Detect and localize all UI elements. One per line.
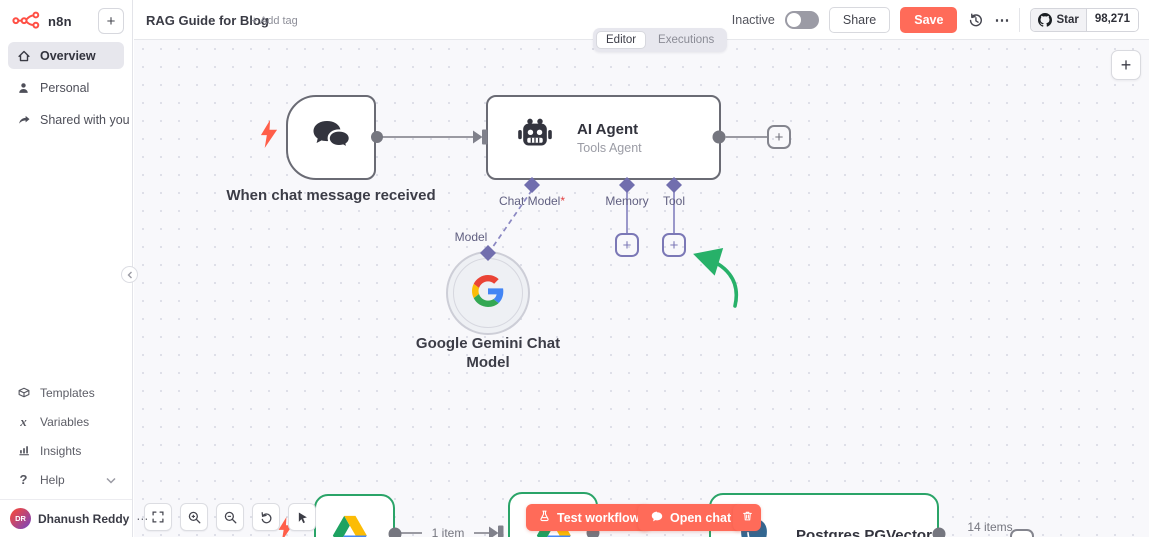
node-label-chat-trigger: When chat message received bbox=[226, 187, 436, 206]
n8n-logo-icon bbox=[12, 9, 42, 34]
github-icon bbox=[1038, 13, 1052, 27]
insights-icon bbox=[16, 444, 31, 457]
templates-icon bbox=[16, 386, 31, 399]
view-tabs: Editor Executions bbox=[593, 28, 727, 52]
chat-bubbles-icon bbox=[309, 115, 353, 160]
add-memory-button[interactable]: + bbox=[615, 233, 639, 257]
add-next-node-button[interactable]: + bbox=[767, 125, 791, 149]
brand-name: n8n bbox=[48, 14, 72, 29]
node-google-drive-1[interactable] bbox=[314, 494, 395, 537]
node-label-postgres: Postgres PGVector bbox=[789, 527, 939, 537]
trash-icon bbox=[741, 509, 754, 526]
flask-icon bbox=[538, 509, 551, 526]
topbar-divider bbox=[1019, 8, 1020, 32]
sidebar-item-personal[interactable]: Personal bbox=[8, 74, 124, 101]
topbar-actions: Inactive Share Save ⋯ Star 98,271 bbox=[732, 0, 1139, 40]
node-subtitle: Tools Agent bbox=[577, 141, 642, 155]
pointer-icon bbox=[295, 510, 309, 525]
sidebar-item-label: Insights bbox=[40, 444, 81, 458]
port-label-chat-model: Chat Model* bbox=[472, 194, 592, 208]
gemini-node-ring bbox=[453, 258, 523, 328]
chevron-left-icon bbox=[127, 271, 133, 279]
person-icon bbox=[16, 81, 31, 95]
required-asterisk: * bbox=[560, 194, 565, 208]
sidebar-item-templates[interactable]: Templates bbox=[8, 379, 124, 406]
sidebar-item-label: Overview bbox=[40, 49, 96, 63]
sidebar-item-variables[interactable]: x Variables bbox=[8, 408, 124, 435]
node-chat-trigger[interactable] bbox=[286, 95, 376, 180]
sidebar: n8n + Overview Personal Shared with you bbox=[0, 0, 133, 537]
google-drive-icon bbox=[332, 514, 368, 537]
share-forward-icon bbox=[16, 113, 31, 126]
plus-icon: + bbox=[107, 13, 116, 30]
sidebar-item-label: Variables bbox=[40, 415, 89, 429]
sidebar-item-label: Shared with you bbox=[40, 113, 130, 127]
tab-editor[interactable]: Editor bbox=[596, 31, 646, 49]
star-count: 98,271 bbox=[1086, 9, 1138, 31]
undo-icon bbox=[259, 510, 274, 525]
workflow-canvas[interactable]: When chat message received AI Agent Tool… bbox=[134, 40, 1149, 537]
test-workflow-label: Test workflow bbox=[557, 511, 639, 525]
node-ai-agent[interactable]: AI Agent Tools Agent bbox=[486, 95, 721, 180]
item-count-label: 1 item bbox=[422, 526, 474, 537]
home-icon bbox=[16, 49, 31, 63]
node-google-gemini[interactable] bbox=[446, 251, 530, 335]
sidebar-item-shared-with-you[interactable]: Shared with you bbox=[8, 106, 124, 133]
pointer-tool-button[interactable] bbox=[288, 503, 316, 531]
share-button[interactable]: Share bbox=[829, 7, 890, 33]
port-label-tool: Tool bbox=[644, 194, 704, 208]
agent-titles: AI Agent Tools Agent bbox=[577, 121, 642, 155]
google-g-icon bbox=[472, 275, 504, 312]
user-options-icon[interactable]: ⋯ bbox=[136, 513, 148, 525]
open-nodes-panel-button[interactable]: + bbox=[1111, 50, 1141, 80]
tab-executions[interactable]: Executions bbox=[648, 31, 724, 49]
user-name: Dhanush Reddy bbox=[38, 512, 129, 526]
delete-node-button[interactable] bbox=[733, 504, 761, 531]
new-workflow-button[interactable]: + bbox=[98, 8, 124, 34]
logo-row: n8n + bbox=[8, 6, 124, 42]
variables-icon: x bbox=[16, 414, 31, 430]
sidebar-item-label: Help bbox=[40, 473, 65, 487]
chevron-down-icon bbox=[106, 473, 116, 487]
zoom-out-icon bbox=[223, 510, 238, 525]
chat-icon bbox=[650, 510, 664, 526]
add-tag-button[interactable]: + Add tag bbox=[251, 15, 298, 27]
workflow-status-label: Inactive bbox=[732, 13, 775, 27]
sidebar-collapse-button[interactable] bbox=[121, 266, 138, 283]
canvas-controls bbox=[144, 503, 316, 531]
help-icon: ? bbox=[16, 472, 31, 487]
avatar: DR bbox=[10, 508, 31, 529]
zoom-in-button[interactable] bbox=[180, 503, 208, 531]
save-button[interactable]: Save bbox=[900, 7, 957, 33]
user-menu[interactable]: DR Dhanush Reddy ⋯ bbox=[0, 499, 132, 537]
test-workflow-button[interactable]: Test workflow bbox=[526, 504, 651, 531]
open-chat-label: Open chat bbox=[670, 511, 731, 525]
sidebar-bottom: Templates x Variables Insights ? Help bbox=[8, 379, 124, 537]
fit-view-icon bbox=[151, 510, 165, 524]
github-star-widget[interactable]: Star 98,271 bbox=[1030, 8, 1139, 32]
sidebar-item-label: Templates bbox=[40, 386, 95, 400]
active-toggle[interactable] bbox=[785, 11, 819, 29]
add-tool-button[interactable]: + bbox=[662, 233, 686, 257]
sidebar-item-insights[interactable]: Insights bbox=[8, 437, 124, 464]
add-node-button-partial[interactable]: + bbox=[1010, 529, 1034, 537]
zoom-out-button[interactable] bbox=[216, 503, 244, 531]
node-title: AI Agent bbox=[577, 121, 642, 138]
open-chat-button[interactable]: Open chat bbox=[638, 504, 743, 531]
toggle-knob bbox=[787, 13, 801, 27]
port-label-model: Model bbox=[441, 230, 501, 244]
reset-zoom-button[interactable] bbox=[252, 503, 280, 531]
trigger-bolt-icon bbox=[259, 120, 279, 153]
star-label: Star bbox=[1056, 14, 1078, 26]
n8n-app: n8n + Overview Personal Shared with you bbox=[0, 0, 1149, 537]
sidebar-item-help[interactable]: ? Help bbox=[8, 466, 124, 493]
node-label-google-gemini: Google Gemini Chat Model bbox=[393, 335, 583, 373]
more-options-icon[interactable]: ⋯ bbox=[994, 11, 1009, 29]
workflow-history-icon[interactable] bbox=[967, 12, 984, 29]
sidebar-item-label: Personal bbox=[40, 81, 89, 95]
zoom-in-icon bbox=[187, 510, 202, 525]
sidebar-item-overview[interactable]: Overview bbox=[8, 42, 124, 69]
robot-icon bbox=[515, 117, 555, 159]
